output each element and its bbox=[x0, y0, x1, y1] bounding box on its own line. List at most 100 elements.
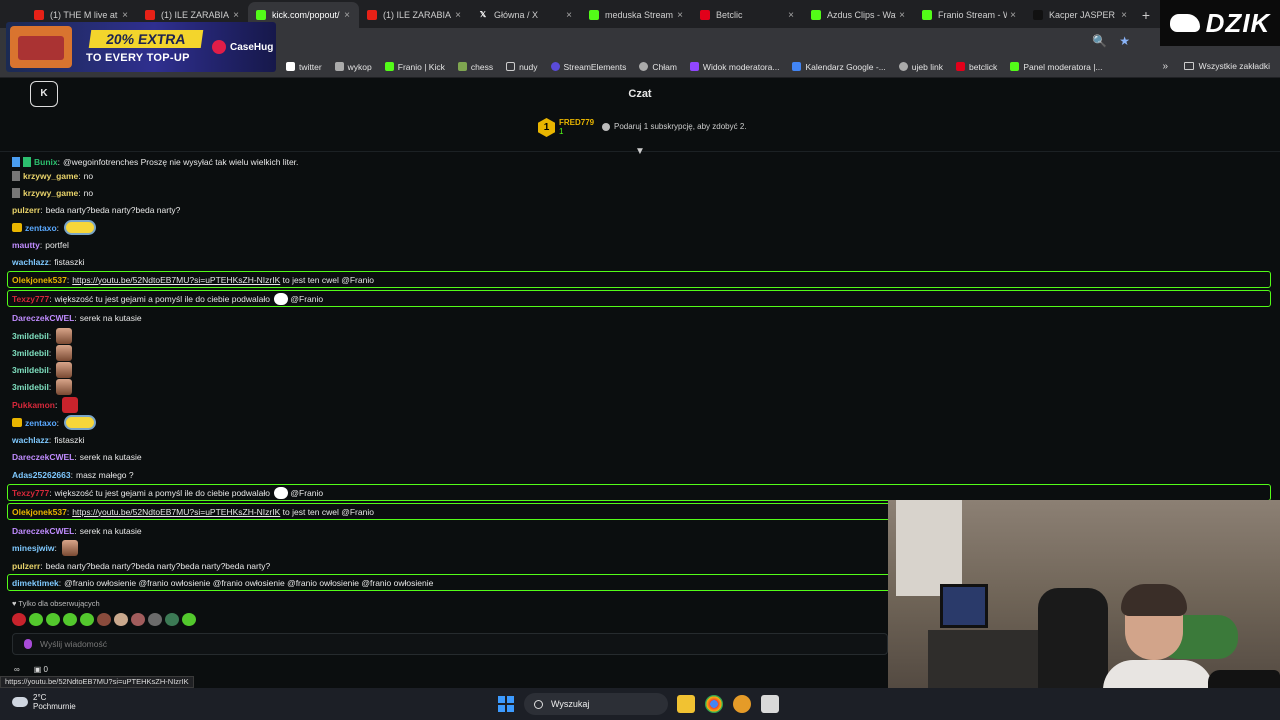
chat-username[interactable]: zentaxo bbox=[25, 223, 57, 233]
chat-username[interactable]: Olekjonek537 bbox=[12, 507, 67, 517]
viewer-infinity[interactable]: ∞ bbox=[14, 665, 20, 674]
bookmark-item[interactable]: betclick bbox=[955, 62, 997, 72]
emote-button[interactable] bbox=[148, 613, 162, 626]
close-tab-icon[interactable]: × bbox=[785, 10, 797, 21]
emote-picker-icon[interactable] bbox=[24, 639, 32, 649]
emote-button[interactable] bbox=[182, 613, 196, 626]
chrome-icon[interactable] bbox=[705, 695, 723, 713]
chat-message[interactable]: Olekjonek537: https://youtu.be/52NdtoEB7M… bbox=[12, 271, 374, 288]
bookmark-star-icon[interactable]: ★ bbox=[1119, 34, 1130, 48]
chat-message[interactable]: zentaxo: bbox=[12, 414, 97, 431]
chat-message[interactable]: DareczekCWEL: serek na kutasie bbox=[12, 309, 142, 326]
chat-message[interactable]: pulzerr: beda narty?beda narty?beda narty… bbox=[12, 557, 270, 574]
bookmarks-more-button[interactable]: » bbox=[1162, 61, 1168, 72]
chat-message[interactable]: 3mildebil: bbox=[12, 378, 73, 395]
chat-username[interactable]: dimektimek bbox=[12, 578, 59, 588]
minion-emote[interactable] bbox=[64, 415, 97, 430]
chat-username[interactable]: krzywy_game bbox=[23, 171, 78, 181]
bookmark-item[interactable]: ujeb link bbox=[898, 62, 943, 72]
zoom-icon[interactable]: 🔍 bbox=[1092, 34, 1107, 48]
emote-button[interactable] bbox=[80, 613, 94, 626]
new-tab-button[interactable]: + bbox=[1136, 2, 1156, 28]
browser-tab[interactable]: Kacper JASPER Pr× bbox=[1025, 2, 1136, 28]
browser-tab[interactable]: meduska Stream × bbox=[581, 2, 692, 28]
chat-username[interactable]: 3mildebil bbox=[12, 348, 49, 358]
emote-button[interactable] bbox=[131, 613, 145, 626]
chat-mention[interactable]: @Franio bbox=[290, 488, 323, 498]
chat-username[interactable]: DareczekCWEL bbox=[12, 526, 74, 536]
bookmark-item[interactable]: Chłam bbox=[639, 62, 677, 72]
browser-tab[interactable]: Azdus Clips - Wat × bbox=[803, 2, 914, 28]
close-tab-icon[interactable]: × bbox=[1118, 10, 1130, 21]
chat-link[interactable]: https://youtu.be/52NdtoEB7MU?si=uPTEHKsZ… bbox=[72, 275, 280, 285]
chat-username[interactable]: wachlazz bbox=[12, 257, 49, 267]
minion-emote[interactable] bbox=[64, 220, 97, 235]
weather-widget[interactable]: 2°C Pochmurnie bbox=[12, 693, 76, 711]
bookmark-item[interactable]: Panel moderatora |... bbox=[1010, 62, 1103, 72]
chat-username[interactable]: 3mildebil bbox=[12, 365, 49, 375]
close-tab-icon[interactable]: × bbox=[452, 10, 464, 21]
chat-username[interactable]: DareczekCWEL bbox=[12, 313, 74, 323]
chat-message[interactable]: zentaxo: bbox=[12, 219, 97, 236]
chat-message[interactable]: Texzy777: większość tu jest gejami a pomy… bbox=[12, 290, 323, 307]
chat-mention[interactable]: @Franio bbox=[290, 294, 323, 304]
chat-message[interactable]: krzywy_game: no bbox=[12, 167, 93, 184]
browser-tab[interactable]: Franio Stream - W × bbox=[914, 2, 1025, 28]
close-tab-icon[interactable]: × bbox=[674, 10, 686, 21]
chat-username[interactable]: Adas25262663 bbox=[12, 470, 71, 480]
chat-message[interactable]: Olekjonek537: https://youtu.be/52NdtoEB7M… bbox=[12, 503, 374, 520]
taskbar-search[interactable]: Wyszukaj bbox=[524, 693, 668, 715]
emote-button[interactable] bbox=[114, 613, 128, 626]
gift-sub-prompt[interactable]: Podaruj 1 subskrypcję, aby zdobyć 2. bbox=[602, 122, 747, 131]
emote-button[interactable] bbox=[165, 613, 179, 626]
close-tab-icon[interactable]: × bbox=[230, 10, 242, 21]
face-emote[interactable] bbox=[61, 539, 78, 556]
chat-message[interactable]: 3mildebil: bbox=[12, 361, 73, 378]
close-tab-icon[interactable]: × bbox=[341, 10, 353, 21]
chat-message[interactable]: Texzy777: większość tu jest gejami a pomy… bbox=[12, 484, 323, 501]
chat-message[interactable]: wachlazz: fistaszki bbox=[12, 431, 84, 448]
red-emote[interactable] bbox=[62, 396, 79, 413]
chat-input-box[interactable] bbox=[12, 633, 888, 655]
chat-username[interactable]: Texzy777 bbox=[12, 488, 49, 498]
bookmark-item[interactable]: Franio | Kick bbox=[384, 62, 445, 72]
bookmark-item[interactable]: Widok moderatora... bbox=[689, 62, 779, 72]
windows-start-icon[interactable] bbox=[498, 696, 514, 712]
chat-username[interactable]: pulzerr bbox=[12, 561, 40, 571]
face-emote[interactable] bbox=[56, 361, 73, 378]
app-icon[interactable] bbox=[733, 695, 751, 713]
chat-message[interactable]: DareczekCWEL: serek na kutasie bbox=[12, 448, 142, 465]
snipping-tool-icon[interactable] bbox=[761, 695, 779, 713]
bookmark-item[interactable]: twitter bbox=[286, 62, 322, 72]
browser-tab[interactable]: Betclic × bbox=[692, 2, 803, 28]
chat-username[interactable]: mautty bbox=[12, 240, 40, 250]
close-tab-icon[interactable]: × bbox=[896, 10, 908, 21]
chat-username[interactable]: wachlazz bbox=[12, 435, 49, 445]
face-emote[interactable] bbox=[56, 344, 73, 361]
browser-tab[interactable]: (1) ILE ZARABIA K × bbox=[359, 2, 470, 28]
chat-username[interactable]: Pukkamon bbox=[12, 400, 55, 410]
chat-username[interactable]: DareczekCWEL bbox=[12, 452, 74, 462]
chat-message[interactable]: krzywy_game: no bbox=[12, 184, 93, 201]
chat-message[interactable]: dimektimek: @franio owłosienie @franio ow… bbox=[12, 574, 433, 591]
chat-username[interactable]: Bunix bbox=[34, 157, 58, 167]
top-gifter[interactable]: 1 FRED779 1 bbox=[538, 118, 594, 137]
chat-username[interactable]: Texzy777 bbox=[12, 294, 49, 304]
bookmark-item[interactable]: chess bbox=[457, 62, 493, 72]
bookmark-item[interactable]: StreamElements bbox=[550, 62, 626, 72]
face-emote[interactable] bbox=[56, 378, 73, 395]
close-tab-icon[interactable]: × bbox=[119, 10, 131, 21]
collapse-chevron-icon[interactable]: ▼ bbox=[634, 146, 646, 157]
all-bookmarks-button[interactable]: Wszystkie zakładki bbox=[1183, 61, 1270, 71]
chat-username[interactable]: zentaxo bbox=[25, 418, 57, 428]
browser-tab[interactable]: 𝕏 Główna / X × bbox=[470, 2, 581, 28]
close-tab-icon[interactable]: × bbox=[563, 10, 575, 21]
emote-button[interactable] bbox=[29, 613, 43, 626]
chat-message[interactable]: Pukkamon: bbox=[12, 396, 79, 413]
file-explorer-icon[interactable] bbox=[677, 695, 695, 713]
chat-username[interactable]: minesjwiw bbox=[12, 543, 55, 553]
chat-message[interactable]: Adas25262663: masz małego ? bbox=[12, 466, 134, 483]
chat-message[interactable]: mautty: portfel bbox=[12, 236, 69, 253]
chat-message[interactable]: 3mildebil: bbox=[12, 327, 73, 344]
points-count[interactable]: ▣ 0 bbox=[34, 665, 48, 674]
